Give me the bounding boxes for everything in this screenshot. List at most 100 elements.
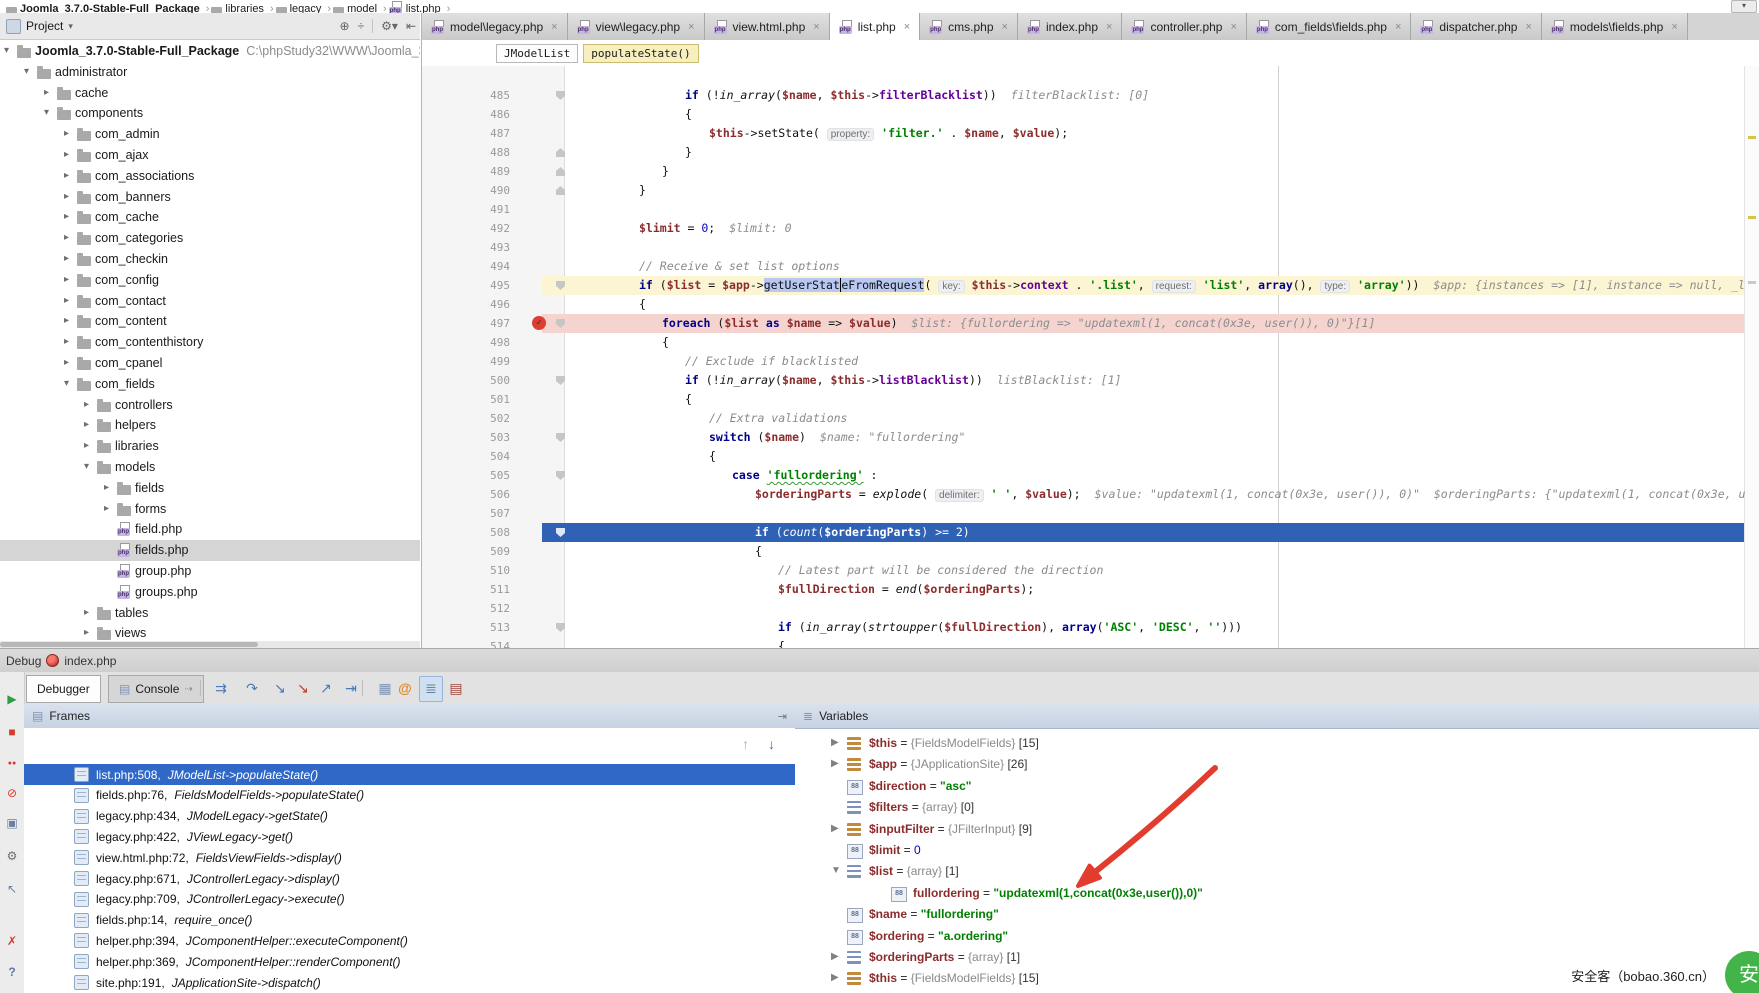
run-to-cursor-icon[interactable]: ⇥ bbox=[340, 676, 362, 700]
code-text[interactable]: // Extra validations bbox=[574, 409, 1745, 428]
tab-console[interactable]: ▤Console⇢ bbox=[108, 675, 204, 703]
tree-expand-icon[interactable]: ▸ bbox=[84, 440, 89, 451]
breadcrumb-item[interactable]: legacy bbox=[276, 3, 322, 13]
line-number[interactable]: 508 bbox=[422, 523, 520, 542]
tree-expand-icon[interactable]: ▸ bbox=[104, 482, 109, 493]
frame-row[interactable]: helper.php:394,JComponentHelper::execute… bbox=[24, 930, 795, 951]
gutter-fold[interactable] bbox=[550, 124, 574, 143]
line-number[interactable]: 506 bbox=[422, 485, 520, 504]
gutter-mark[interactable] bbox=[520, 542, 550, 561]
code-text[interactable]: } bbox=[574, 181, 1745, 200]
code-line[interactable]: 510// Latest part will be considered the… bbox=[422, 561, 1745, 580]
breadcrumb-item[interactable]: libraries bbox=[211, 3, 264, 13]
tree-item-com-contenthistory[interactable]: ▸com_contenthistory bbox=[0, 332, 420, 353]
code-text[interactable]: if (count($orderingParts) >= 2) bbox=[574, 523, 1745, 542]
line-number[interactable]: 495 bbox=[422, 276, 520, 295]
breadcrumb-item[interactable]: Joomla_3.7.0-Stable-Full_Package bbox=[6, 3, 200, 13]
line-number[interactable]: 488 bbox=[422, 143, 520, 162]
breakpoint-icon[interactable]: ✓ bbox=[532, 316, 546, 330]
close-tab-icon[interactable]: × bbox=[688, 21, 694, 33]
line-number[interactable]: 492 bbox=[422, 219, 520, 238]
gutter-fold[interactable] bbox=[550, 542, 574, 561]
code-text[interactable]: { bbox=[574, 542, 1745, 561]
code-line[interactable]: 488} bbox=[422, 143, 1745, 162]
tree-expand-icon[interactable]: ▸ bbox=[84, 419, 89, 430]
tree-item-joomla-3-7-0-stable-full-package[interactable]: ▾Joomla_3.7.0-Stable-Full_PackageC:\phpS… bbox=[0, 41, 420, 62]
tree-expand-icon[interactable]: ▸ bbox=[64, 170, 69, 181]
gutter-fold[interactable] bbox=[550, 143, 574, 162]
line-number[interactable]: 491 bbox=[422, 200, 520, 219]
gutter-fold[interactable] bbox=[550, 561, 574, 580]
close-icon[interactable]: ✗ bbox=[0, 931, 24, 951]
code-text[interactable]: } bbox=[574, 162, 1745, 181]
gutter-fold[interactable] bbox=[550, 181, 574, 200]
pin-icon[interactable]: ⇥ bbox=[778, 710, 787, 723]
tree-item-components[interactable]: ▾components bbox=[0, 103, 420, 124]
gutter-mark[interactable] bbox=[520, 504, 550, 523]
frame-row[interactable]: legacy.php:709,JControllerLegacy->execut… bbox=[24, 889, 795, 910]
line-number[interactable]: 510 bbox=[422, 561, 520, 580]
code-line[interactable]: 491 bbox=[422, 200, 1745, 219]
code-text[interactable]: if (!in_array($name, $this->filterBlackl… bbox=[574, 86, 1745, 105]
editor-tab-controller-php[interactable]: controller.php× bbox=[1122, 13, 1246, 40]
gutter-mark[interactable] bbox=[520, 637, 550, 648]
line-number[interactable]: 489 bbox=[422, 162, 520, 181]
gutter-fold[interactable] bbox=[550, 504, 574, 523]
gutter-fold[interactable] bbox=[550, 352, 574, 371]
tree-item-com-content[interactable]: ▸com_content bbox=[0, 311, 420, 332]
tree-item-cache[interactable]: ▸cache bbox=[0, 83, 420, 104]
close-tab-icon[interactable]: × bbox=[551, 21, 557, 33]
variable-expand-icon[interactable]: ▶ bbox=[831, 951, 839, 962]
editor-tab-list-php[interactable]: list.php× bbox=[830, 13, 920, 40]
code-line[interactable]: 496{ bbox=[422, 295, 1745, 314]
code-line[interactable]: 489} bbox=[422, 162, 1745, 181]
line-number[interactable]: 503 bbox=[422, 428, 520, 447]
line-number[interactable]: 486 bbox=[422, 105, 520, 124]
code-text[interactable]: } bbox=[574, 143, 1745, 162]
code-line[interactable]: 505case 'fullordering' : bbox=[422, 466, 1745, 485]
frame-row[interactable]: helper.php:369,JComponentHelper::renderC… bbox=[24, 951, 795, 972]
gutter-mark[interactable] bbox=[520, 219, 550, 238]
tree-item-com-contact[interactable]: ▸com_contact bbox=[0, 291, 420, 312]
gutter-fold[interactable] bbox=[550, 105, 574, 124]
variable-row--direction[interactable]: 88$direction = "asc" bbox=[823, 776, 1759, 797]
line-number[interactable]: 505 bbox=[422, 466, 520, 485]
tree-expand-icon[interactable]: ▸ bbox=[104, 503, 109, 514]
code-line[interactable]: 487$this->setState( property: 'filter.' … bbox=[422, 124, 1745, 143]
tree-expand-icon[interactable]: ▸ bbox=[44, 87, 49, 98]
breadcrumb-item[interactable]: model bbox=[333, 3, 377, 13]
editor-tab-view-html-php[interactable]: view.html.php× bbox=[705, 13, 830, 40]
gutter-mark[interactable] bbox=[520, 447, 550, 466]
gutter-mark[interactable] bbox=[520, 333, 550, 352]
code-line[interactable]: 506 $orderingParts = explode( delimiter: … bbox=[422, 485, 1745, 504]
code-text[interactable]: if ($list = $app->getUserStateFromReques… bbox=[574, 276, 1745, 296]
tree-expand-icon[interactable]: ▸ bbox=[64, 295, 69, 306]
gutter-mark[interactable] bbox=[520, 618, 550, 637]
line-number[interactable]: 513 bbox=[422, 618, 520, 637]
variable-expand-icon[interactable]: ▶ bbox=[831, 758, 839, 769]
gutter-fold[interactable] bbox=[550, 599, 574, 618]
code-text[interactable]: { bbox=[574, 295, 1745, 314]
gutter-fold[interactable] bbox=[550, 390, 574, 409]
frame-row[interactable]: list.php:508,JModelList->populateState() bbox=[24, 764, 795, 785]
fold-marker-icon[interactable] bbox=[556, 148, 565, 157]
code-text[interactable]: switch ($name)$name: "fullordering" bbox=[574, 428, 1745, 447]
gutter-fold[interactable] bbox=[550, 295, 574, 314]
gutter-mark[interactable] bbox=[520, 523, 550, 542]
gutter-mark[interactable] bbox=[520, 466, 550, 485]
restore-layout-icon[interactable]: ▣ bbox=[0, 813, 24, 833]
gutter-fold[interactable] bbox=[550, 466, 574, 485]
evaluate-expression-icon[interactable]: ▦ bbox=[374, 676, 396, 700]
line-number[interactable]: 502 bbox=[422, 409, 520, 428]
code-line[interactable]: 511$fullDirection = end($orderingParts); bbox=[422, 580, 1745, 599]
tree-item-com-banners[interactable]: ▸com_banners bbox=[0, 187, 420, 208]
gutter-fold[interactable] bbox=[550, 257, 574, 276]
line-number[interactable]: 514 bbox=[422, 637, 520, 648]
frame-row[interactable]: site.php:191,JApplicationSite->dispatch(… bbox=[24, 972, 795, 993]
code-text[interactable]: $orderingParts = explode( delimiter: ' '… bbox=[574, 485, 1745, 505]
locate-icon[interactable]: ⊕ bbox=[340, 19, 350, 33]
code-line[interactable]: 504{ bbox=[422, 447, 1745, 466]
tree-item-administrator[interactable]: ▾administrator bbox=[0, 62, 420, 83]
variable-expand-icon[interactable]: ▶ bbox=[831, 972, 839, 983]
tree-item-libraries[interactable]: ▸libraries bbox=[0, 436, 420, 457]
